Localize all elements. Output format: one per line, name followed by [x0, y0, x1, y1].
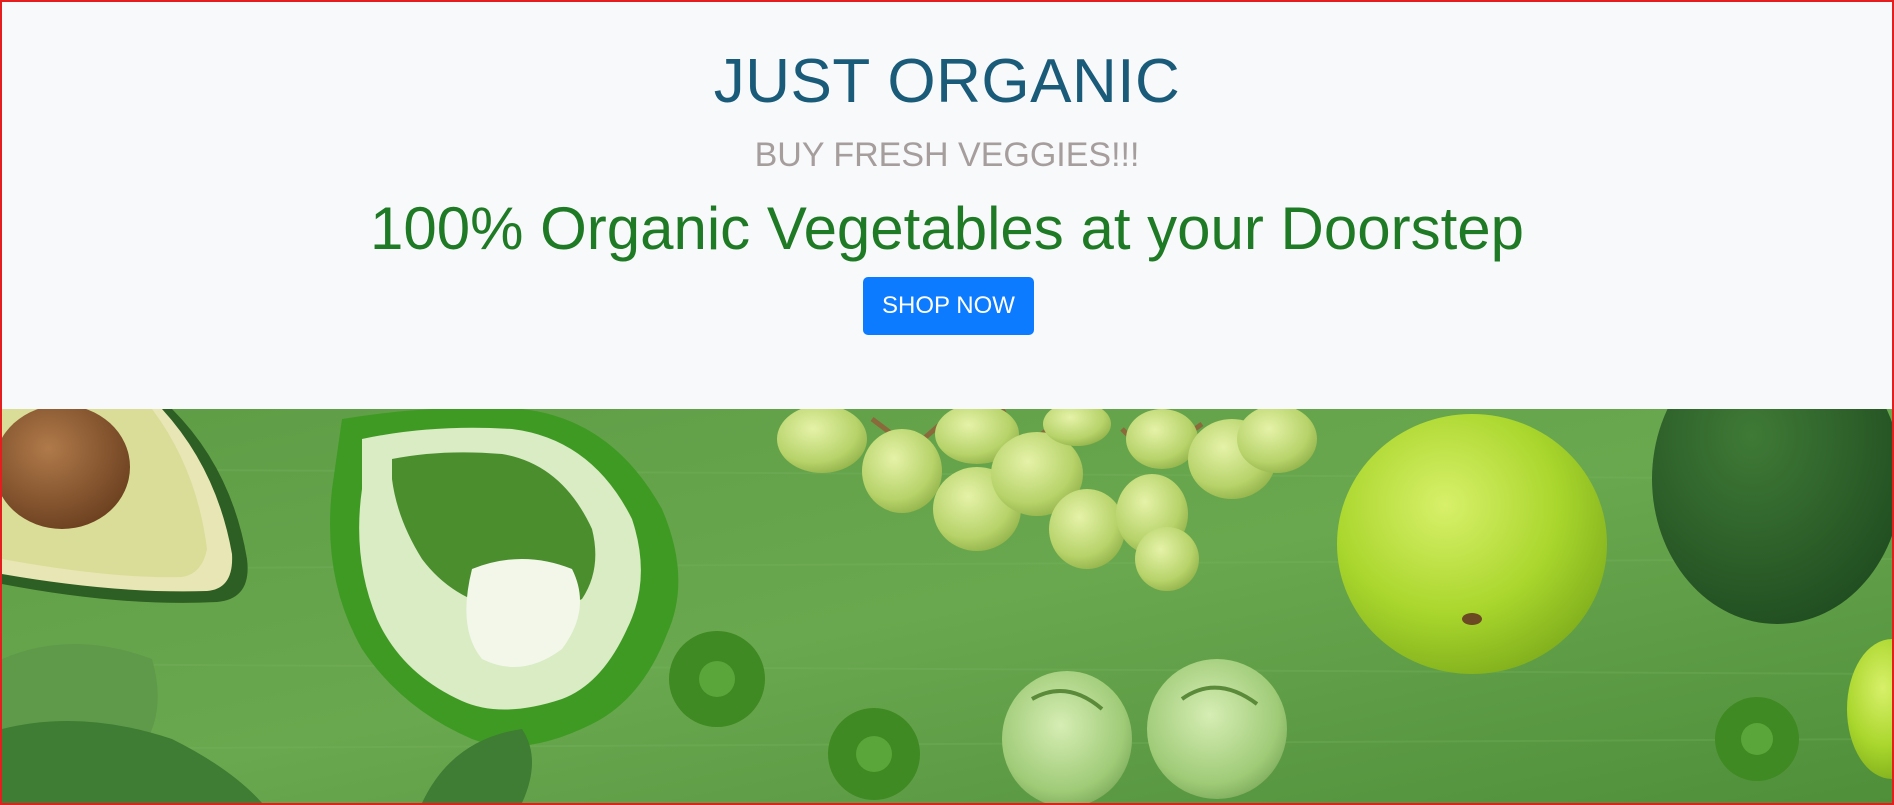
- vegetables-banner-graphic: [2, 409, 1892, 803]
- tagline: BUY FRESH VEGGIES!!!: [754, 136, 1140, 174]
- page-frame: JUST ORGANIC BUY FRESH VEGGIES!!! 100% O…: [0, 0, 1894, 805]
- headline: 100% Organic Vegetables at your Doorstep: [369, 195, 1525, 262]
- hero-section: JUST ORGANIC BUY FRESH VEGGIES!!! 100% O…: [2, 2, 1892, 409]
- shop-now-button[interactable]: SHOP NOW: [863, 277, 1034, 335]
- green-apple: [1337, 414, 1607, 674]
- brand-title: JUST ORGANIC: [713, 47, 1181, 116]
- vegetables-banner-image: [2, 409, 1892, 803]
